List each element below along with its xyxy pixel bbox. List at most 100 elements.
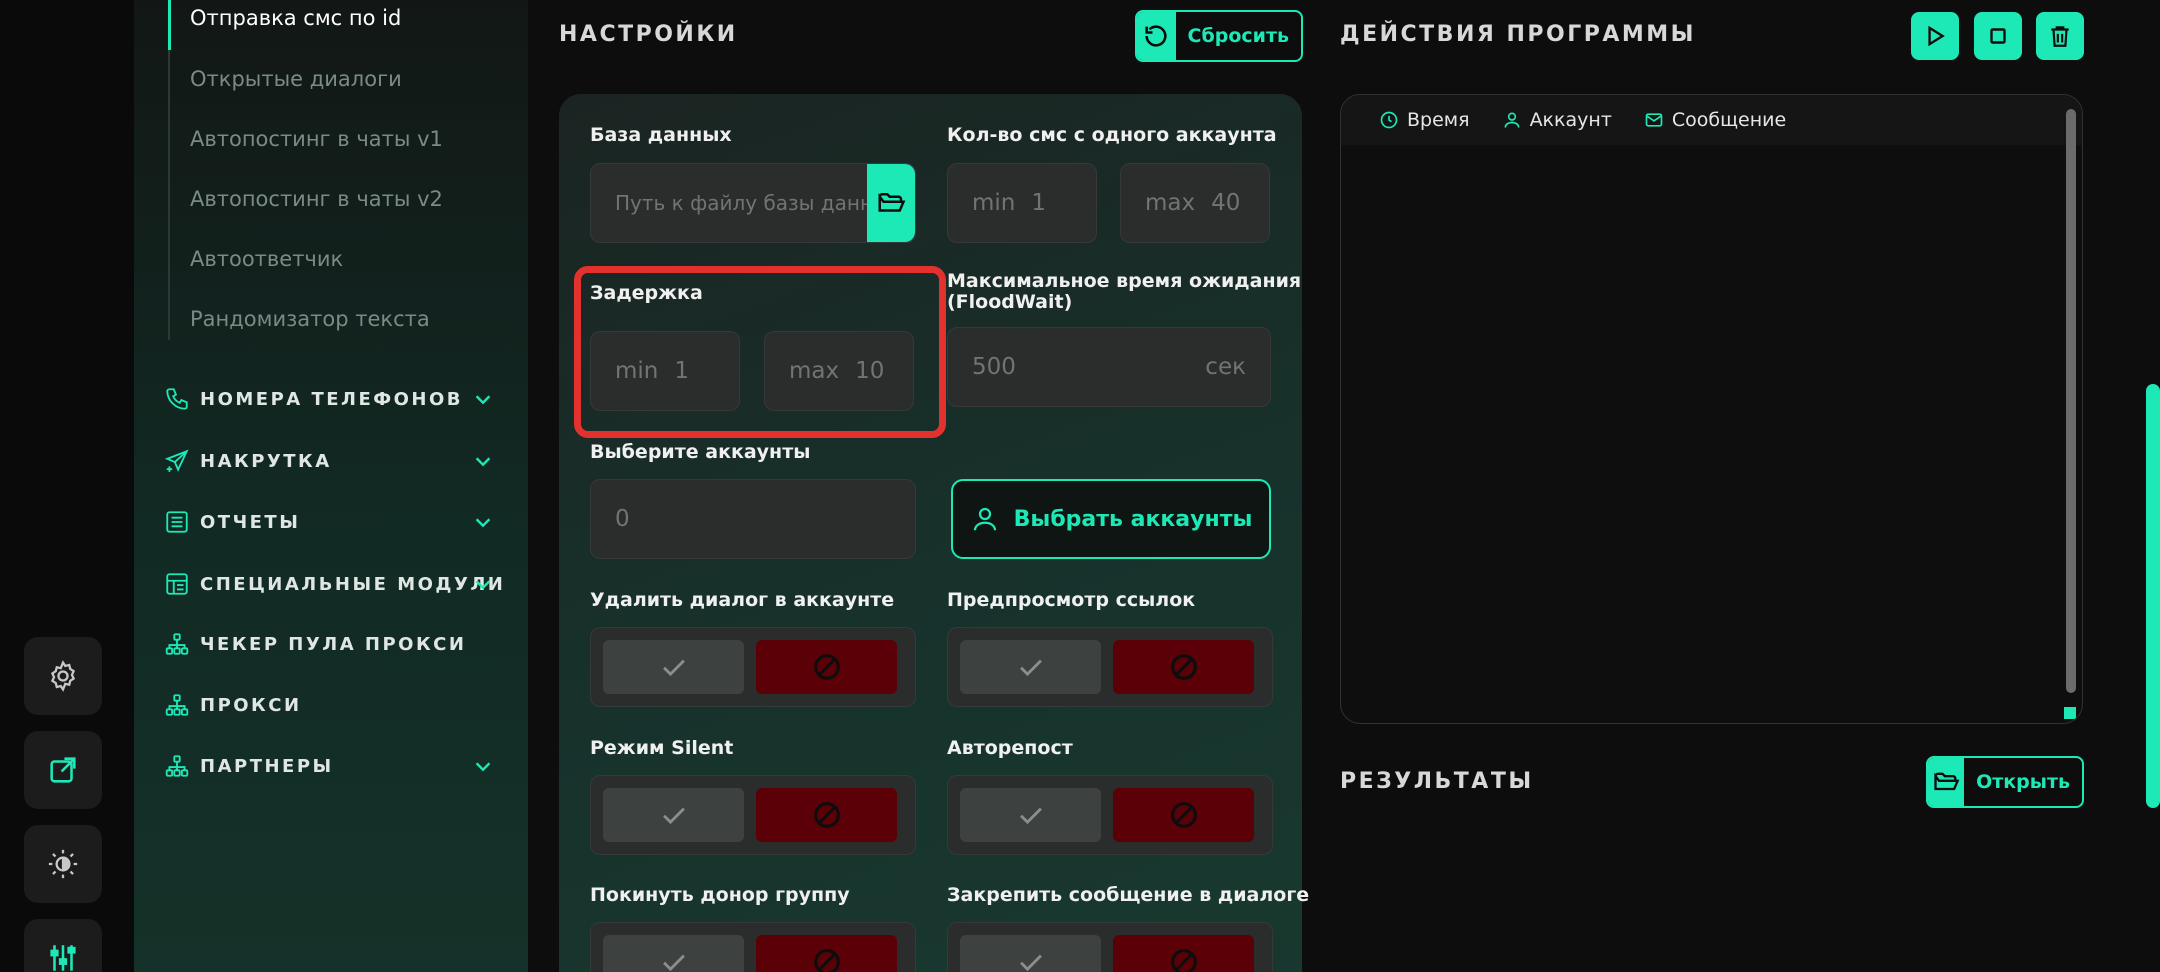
enable-option[interactable]: [960, 788, 1101, 842]
silent-mode-label: Режим Silent: [590, 737, 734, 759]
sidebar: Отправка смс по id Открытые диалоги Авто…: [134, 0, 528, 972]
chevron-down-icon: [475, 395, 491, 405]
database-placeholder: Путь к файлу базы данных: [615, 191, 901, 215]
disable-option[interactable]: [1113, 935, 1254, 972]
check-icon: [1019, 954, 1042, 972]
disable-option[interactable]: [756, 935, 897, 972]
open-external-button[interactable]: [24, 731, 102, 809]
resize-handle[interactable]: [2064, 707, 2076, 719]
enable-option[interactable]: [960, 640, 1101, 694]
log-scrollbar[interactable]: [2066, 109, 2076, 693]
submenu-line: [168, 0, 170, 340]
sms-per-account-label: Кол-во смс с одного аккаунта: [947, 124, 1277, 146]
play-icon: [1928, 25, 1945, 47]
database-label: База данных: [590, 124, 732, 146]
accounts-count-input[interactable]: 0: [590, 479, 916, 559]
delete-dialog-label: Удалить диалог в аккаунте: [590, 589, 895, 611]
disable-option[interactable]: [1113, 788, 1254, 842]
check-icon: [662, 954, 685, 972]
leave-donor-group-label: Покинуть донор группу: [590, 884, 850, 906]
check-icon: [662, 659, 685, 677]
select-accounts-label: Выбрать аккаунты: [1013, 506, 1253, 532]
gear-icon: [50, 660, 76, 692]
enable-option[interactable]: [603, 935, 744, 972]
nav-item-boosting[interactable]: НАКРУТКА: [164, 446, 494, 476]
floodwait-input[interactable]: 500 сек: [947, 327, 1271, 407]
leave-donor-group-toggle: [590, 922, 916, 972]
accounts-label: Выберите аккаунты: [590, 441, 811, 463]
ban-icon: [1170, 654, 1197, 680]
disable-option[interactable]: [756, 640, 897, 694]
chevron-down-icon: [475, 580, 491, 590]
trash-icon: [2051, 26, 2069, 47]
ban-icon: [1170, 949, 1197, 972]
user-icon: [1504, 112, 1520, 128]
accounts-count-value: 0: [615, 506, 630, 532]
nav-item-partners[interactable]: ПАРТНЕРЫ: [164, 751, 494, 781]
settings-button[interactable]: [24, 637, 102, 715]
page-scrollbar[interactable]: [2146, 384, 2160, 808]
silent-mode-toggle: [590, 775, 916, 855]
phone-icon: [166, 388, 188, 410]
log-column-time[interactable]: Время: [1379, 109, 1470, 131]
submenu-item-text-randomizer[interactable]: Рандомизатор текста: [190, 307, 430, 331]
submenu-item-open-dialogs[interactable]: Открытые диалоги: [190, 67, 402, 91]
browse-database-button[interactable]: [867, 164, 915, 242]
nav-item-reports[interactable]: ОТЧЕТЫ: [164, 507, 494, 537]
stop-icon: [1990, 28, 2006, 44]
floodwait-label-line2: (FloodWait): [947, 291, 1073, 313]
left-rail: [0, 0, 134, 972]
start-button[interactable]: [1911, 12, 1959, 60]
reset-button[interactable]: Сбросить: [1135, 10, 1303, 62]
submenu-item-autoresponder[interactable]: Автоответчик: [190, 247, 343, 271]
enable-option[interactable]: [603, 640, 744, 694]
sms-min-input[interactable]: min 1: [947, 163, 1097, 243]
ban-icon: [1170, 802, 1197, 828]
stop-button[interactable]: [1974, 12, 2022, 60]
ban-icon: [813, 949, 840, 972]
delay-highlight-frame: [574, 266, 946, 438]
modules-icon: [166, 573, 188, 595]
autorepost-toggle: [947, 775, 1273, 855]
log-column-label: Аккаунт: [1529, 109, 1612, 131]
sliders-icon: [50, 945, 76, 971]
enable-option[interactable]: [603, 788, 744, 842]
theme-icon: [48, 849, 78, 879]
log-column-account[interactable]: Аккаунт: [1502, 109, 1612, 131]
send-plus-icon: [164, 449, 189, 472]
settings-title: НАСТРОЙКИ: [559, 22, 738, 47]
enable-option[interactable]: [960, 935, 1101, 972]
nav-item-special-modules[interactable]: СПЕЦИАЛЬНЫЕ МОДУЛИ: [164, 569, 503, 599]
folder-open-icon: [878, 193, 906, 212]
min-prefix: min: [972, 190, 1016, 216]
nav-label: НАКРУТКА: [200, 450, 332, 472]
select-accounts-button[interactable]: Выбрать аккаунты: [951, 479, 1271, 559]
log-column-message[interactable]: Сообщение: [1644, 109, 1786, 131]
theme-toggle-button[interactable]: [24, 825, 102, 903]
user-icon: [973, 507, 996, 531]
chevron-down-icon: [475, 518, 491, 528]
submenu-item-autoposting-v2[interactable]: Автопостинг в чаты v2: [190, 187, 443, 211]
network-icon: [165, 755, 189, 777]
sms-max-input[interactable]: max 40: [1120, 163, 1270, 243]
reset-icon: [1145, 25, 1167, 47]
disable-option[interactable]: [756, 788, 897, 842]
chevron-down-icon: [475, 457, 491, 467]
max-prefix: max: [1145, 190, 1196, 216]
log-column-label: Время: [1407, 109, 1470, 131]
nav-label: СПЕЦИАЛЬНЫЕ МОДУЛИ: [200, 573, 506, 595]
sms-max-value: 40: [1211, 190, 1241, 216]
filters-button[interactable]: [24, 919, 102, 972]
submenu-item-autoposting-v1[interactable]: Автопостинг в чаты v1: [190, 127, 443, 151]
pin-message-toggle: [947, 922, 1273, 972]
nav-label: НОМЕРА ТЕЛЕФОНОВ: [200, 388, 464, 410]
submenu-item-send-sms-by-id[interactable]: Отправка смс по id: [190, 6, 401, 30]
nav-item-proxy-pool-checker[interactable]: ЧЕКЕР ПУЛА ПРОКСИ: [164, 629, 494, 659]
disable-option[interactable]: [1113, 640, 1254, 694]
actions-log[interactable]: Время Аккаунт Сообщение: [1340, 94, 2083, 724]
autorepost-label: Авторепост: [947, 737, 1073, 759]
nav-item-phone-numbers[interactable]: НОМЕРА ТЕЛЕФОНОВ: [164, 384, 494, 414]
nav-item-proxy[interactable]: ПРОКСИ: [164, 690, 494, 720]
open-results-button[interactable]: Открыть: [1926, 756, 2084, 808]
clear-log-button[interactable]: [2036, 12, 2084, 60]
